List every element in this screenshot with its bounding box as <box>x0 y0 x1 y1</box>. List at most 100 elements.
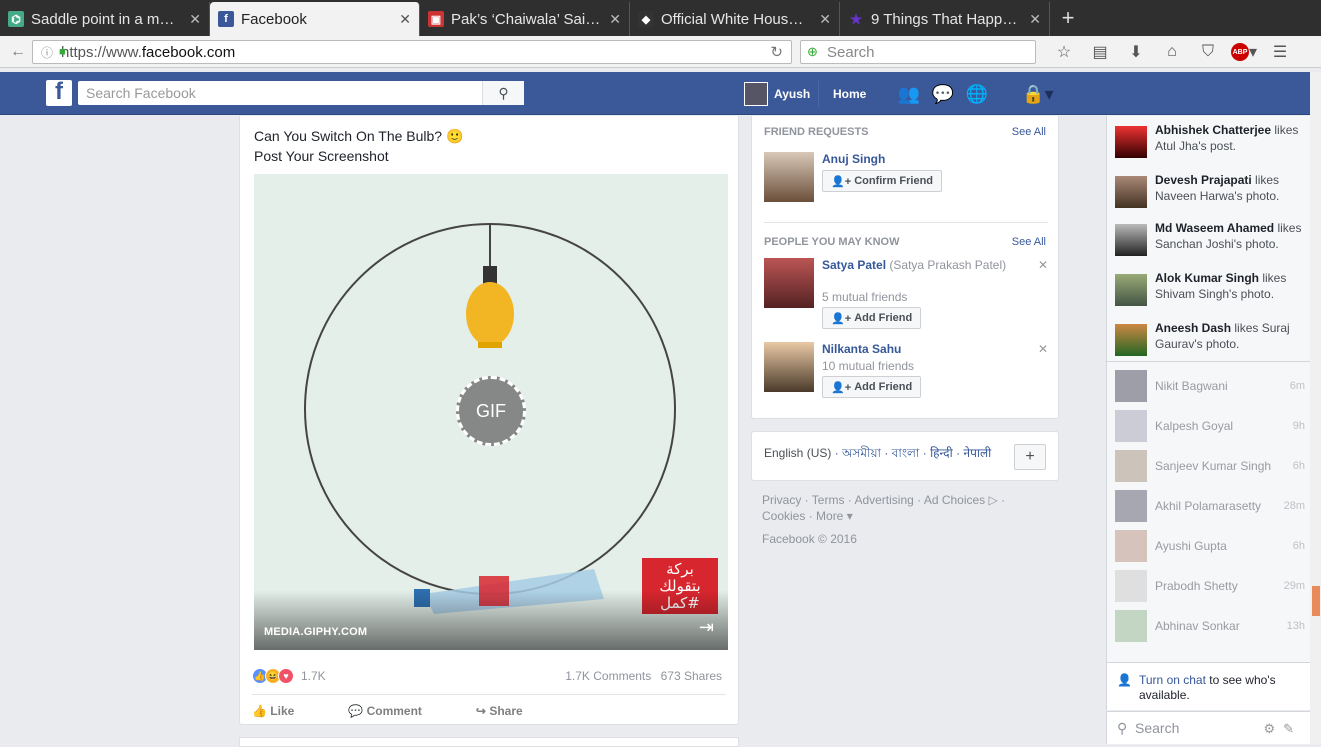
chat-contact[interactable]: Sanjeev Kumar Singh 6h <box>1115 450 1305 482</box>
dismiss-icon[interactable]: ✕ <box>1038 258 1048 272</box>
avatar <box>1115 324 1147 356</box>
new-tab-button[interactable]: + <box>1050 2 1086 36</box>
footer-links-line-2[interactable]: Cookies · More ▾ <box>762 508 1052 524</box>
notifications-globe-icon[interactable]: 🌐 <box>966 84 988 104</box>
dismiss-icon[interactable]: ✕ <box>1038 342 1048 356</box>
like-button[interactable]: 👍 Like <box>252 704 294 718</box>
search-icon[interactable]: ⚲ <box>482 81 524 105</box>
close-tab-icon[interactable]: ✕ <box>819 11 831 28</box>
actor-name: Devesh Prajapati <box>1155 173 1252 187</box>
download-icon[interactable]: ⬇ <box>1118 40 1154 64</box>
person-name: Satya Patel <box>822 258 887 272</box>
pymk-name[interactable]: Nilkanta Sahu <box>822 342 1022 357</box>
love-reaction-icon: ♥ <box>278 668 294 684</box>
chat-contact[interactable]: Nikit Bagwani 6m <box>1115 370 1305 402</box>
shares-count[interactable]: 673 Shares <box>661 669 722 683</box>
gif-overlay <box>254 590 728 650</box>
see-all-link[interactable]: See All <box>1012 236 1046 248</box>
share-label: Share <box>489 704 523 718</box>
avatar[interactable] <box>764 152 814 202</box>
avatar <box>1115 274 1147 306</box>
object-text: Naveen Harwa's photo. <box>1155 189 1280 203</box>
close-tab-icon[interactable]: ✕ <box>399 11 411 28</box>
more-languages-button[interactable]: + <box>1014 444 1046 470</box>
pymk-name[interactable]: Satya Patel (Satya Prakash Patel) <box>822 258 1022 273</box>
ticker-item[interactable]: Alok Kumar Singh likes Shivam Singh's ph… <box>1115 270 1305 306</box>
browser-tab-4[interactable]: ◆ Official White Hous… ✕ <box>630 2 840 36</box>
footer-links-line-1[interactable]: Privacy · Terms · Advertising · Ad Choic… <box>762 492 1052 508</box>
chat-options-icons[interactable]: ⚙✎ <box>1263 721 1302 737</box>
close-tab-icon[interactable]: ✕ <box>189 11 201 28</box>
close-tab-icon[interactable]: ✕ <box>1029 11 1041 28</box>
turn-on-chat-link[interactable]: Turn on chat <box>1139 673 1206 687</box>
info-icon[interactable]: ⓘ <box>41 44 53 61</box>
browser-tab-5[interactable]: ★ 9 Things That Happ… ✕ <box>840 2 1050 36</box>
chat-contact[interactable]: Abhinav Sonkar 13h <box>1115 610 1305 642</box>
action-text: likes <box>1271 123 1299 137</box>
share-button[interactable]: ↪ Share <box>476 704 523 718</box>
last-active: 6m <box>1289 380 1305 392</box>
see-all-link[interactable]: See All <box>1012 126 1046 138</box>
browser-tab-1[interactable]: ⌬ Saddle point in a m… ✕ <box>0 2 210 36</box>
facebook-search-input[interactable]: Search Facebook ⚲ <box>78 81 524 105</box>
avatar[interactable] <box>764 258 814 308</box>
pocket-icon[interactable]: ⛉ <box>1190 40 1226 64</box>
gif-source-label[interactable]: MEDIA.GIPHY.COM <box>264 626 367 638</box>
ticker-item[interactable]: Abhishek Chatterjee likes Atul Jha's pos… <box>1115 122 1305 158</box>
browser-tab-3[interactable]: ▣ Pak’s ‘Chaiwala’ Sai… ✕ <box>420 2 630 36</box>
toolbar-icons: ☆ ▤ ⬇ ⌂ ⛉ ABP ▾ ☰ <box>1046 40 1298 64</box>
mutual-friends[interactable]: 10 mutual friends <box>822 359 914 373</box>
ticker-item[interactable]: Md Waseem Ahamed likes Sanchan Joshi's p… <box>1115 220 1305 256</box>
gif-player[interactable]: بركة بتقولك #كمل GIF MEDIA.GIPHY.COM ⇥ <box>254 174 728 650</box>
browser-tab-facebook[interactable]: f Facebook ✕ <box>210 2 420 36</box>
chat-search-input[interactable]: ⚲ Search ⚙✎ <box>1106 711 1310 744</box>
chat-status-icon: 👤 <box>1117 673 1132 687</box>
contact-name: Sanjeev Kumar Singh <box>1155 459 1272 473</box>
confirm-friend-button[interactable]: 👤+ Confirm Friend <box>822 170 943 192</box>
browser-search-input[interactable]: ⊕ Search <box>800 40 1036 64</box>
menu-hamburger-icon[interactable]: ☰ <box>1262 40 1298 64</box>
avatar[interactable] <box>764 342 814 392</box>
scrollbar-thumb[interactable] <box>1312 586 1320 616</box>
friend-requests-heading: FRIEND REQUESTS <box>764 126 869 138</box>
chat-contact[interactable]: Kalpesh Goyal 9h <box>1115 410 1305 442</box>
gif-play-badge[interactable]: GIF <box>456 376 526 446</box>
bookmark-star-icon[interactable]: ☆ <box>1046 40 1082 64</box>
chat-contact[interactable]: Akhil Polamarasetty 28m <box>1115 490 1305 522</box>
chat-contact[interactable]: Ayushi Gupta 6h <box>1115 530 1305 562</box>
home-icon[interactable]: ⌂ <box>1154 40 1190 64</box>
reading-list-icon[interactable]: ▤ <box>1082 40 1118 64</box>
comment-button[interactable]: 💬 Comment <box>348 704 422 718</box>
chat-contact[interactable]: Prabodh Shetty 29m <box>1115 570 1305 602</box>
facebook-logo-icon[interactable]: f <box>46 80 72 106</box>
ticker-item[interactable]: Devesh Prajapati likes Naveen Harwa's ph… <box>1115 172 1305 208</box>
add-friend-button[interactable]: 👤+ Add Friend <box>822 307 922 329</box>
friend-requests-icon[interactable]: 👥 <box>898 84 920 104</box>
comments-count[interactable]: 1.7K Comments <box>565 669 651 683</box>
feed-post: Can You Switch On The Bulb? 🙂 Post Your … <box>239 116 739 725</box>
reload-icon[interactable]: ↻ <box>770 43 783 61</box>
avatar <box>1115 126 1147 158</box>
home-link[interactable]: Home <box>818 81 880 107</box>
mutual-friends[interactable]: 5 mutual friends <box>822 290 907 304</box>
back-arrow-icon[interactable]: ← <box>6 40 30 64</box>
privacy-shortcuts-icon[interactable]: 🔒▾ <box>1018 84 1058 104</box>
close-tab-icon[interactable]: ✕ <box>609 11 621 28</box>
url-bar[interactable]: ⓘ ■ https://www.facebook.com ↻ <box>32 40 792 64</box>
reactions-summary[interactable]: 👍 😆 ♥ 1.7K <box>252 668 326 684</box>
like-label: Like <box>270 704 295 718</box>
language-links[interactable]: · অসমীয়া · বাংলা · हिन्दी · नेपाली <box>835 446 992 460</box>
page-scrollbar[interactable] <box>1310 72 1321 744</box>
messages-icon[interactable]: 💬 <box>932 84 954 104</box>
add-friend-button[interactable]: 👤+ Add Friend <box>822 376 922 398</box>
tab-title: Official White Hous… <box>661 10 804 28</box>
adblock-icon[interactable]: ABP ▾ <box>1226 40 1262 64</box>
ticker-text: Md Waseem Ahamed likes Sanchan Joshi's p… <box>1155 220 1305 252</box>
ticker-item[interactable]: Aneesh Dash likes Suraj Gaurav's photo. <box>1115 320 1305 356</box>
avatar <box>1115 610 1147 642</box>
open-external-icon[interactable]: ⇥ <box>699 617 714 638</box>
requester-name[interactable]: Anuj Singh <box>822 152 1022 167</box>
home-label: Home <box>833 87 867 101</box>
profile-link[interactable]: Ayush <box>744 81 810 107</box>
search-icon: ⚲ <box>1117 720 1128 736</box>
